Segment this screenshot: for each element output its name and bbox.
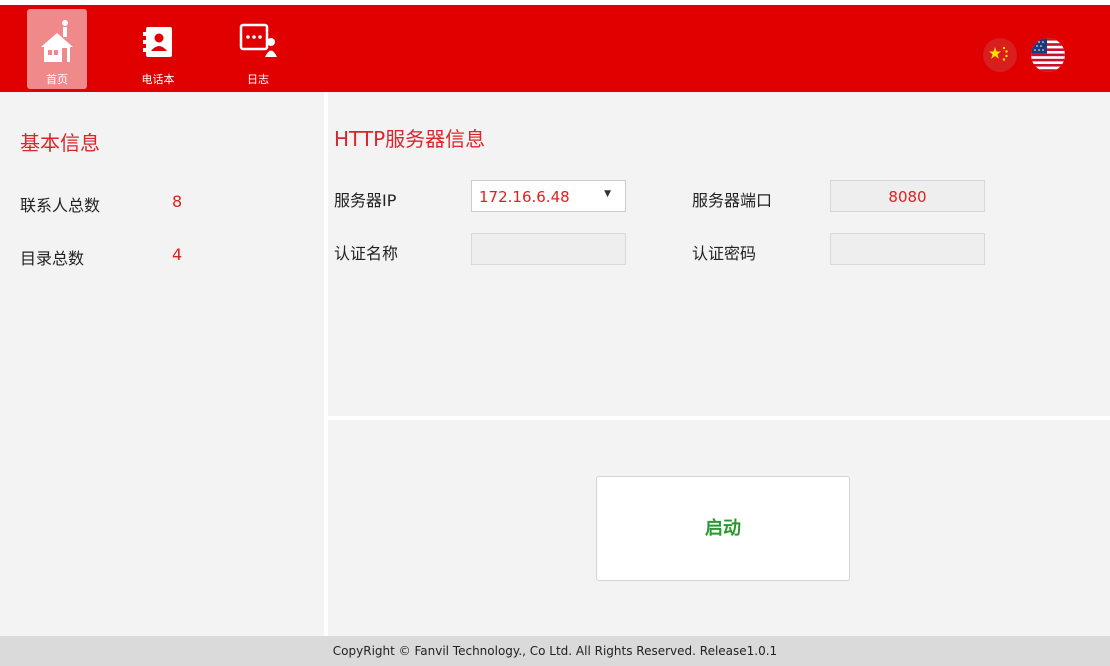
server-port-value: 8080 xyxy=(888,188,927,206)
footer: CopyRight © Fanvil Technology., Co Ltd. … xyxy=(0,636,1110,666)
nav-item-log[interactable]: 日志 xyxy=(228,9,288,89)
auth-password-field[interactable] xyxy=(830,233,985,265)
top-navigation-bar: 首页 电话本 日志 xyxy=(0,5,1110,92)
china-flag-icon xyxy=(983,38,1017,72)
basic-info-panel: 基本信息 联系人总数 8 目录总数 4 xyxy=(0,92,324,636)
copyright-text: CopyRight © Fanvil Technology., Co Ltd. … xyxy=(332,644,778,658)
language-chinese-button[interactable] xyxy=(983,38,1017,72)
http-server-title: HTTP服务器信息 xyxy=(334,127,486,151)
nav-item-phonebook[interactable]: 电话本 xyxy=(128,9,188,89)
server-ip-label: 服务器IP xyxy=(334,191,397,210)
start-button-label: 启动 xyxy=(705,518,741,539)
auth-name-field[interactable] xyxy=(471,233,626,265)
nav-item-label: 首页 xyxy=(46,73,68,86)
server-ip-select[interactable]: 172.16.6.48 ▼ xyxy=(471,180,626,212)
basic-info-title: 基本信息 xyxy=(20,131,100,155)
server-port-label: 服务器端口 xyxy=(692,191,773,210)
log-icon xyxy=(239,23,277,57)
chevron-down-icon: ▼ xyxy=(604,189,611,199)
home-icon xyxy=(41,20,73,62)
us-flag-icon xyxy=(1031,38,1065,72)
directories-total-value: 4 xyxy=(172,245,183,264)
nav-item-label: 日志 xyxy=(247,73,269,86)
language-english-button[interactable] xyxy=(1031,38,1065,72)
contacts-total-value: 8 xyxy=(172,192,183,211)
contacts-total-label: 联系人总数 xyxy=(20,196,101,215)
start-button[interactable]: 启动 xyxy=(596,476,850,581)
server-port-field[interactable]: 8080 xyxy=(830,180,985,212)
phonebook-icon xyxy=(143,27,172,57)
http-server-panel: HTTP服务器信息 服务器IP 172.16.6.48 ▼ 服务器端口 8080… xyxy=(328,92,1110,416)
nav-item-home[interactable]: 首页 xyxy=(27,9,87,89)
auth-name-label: 认证名称 xyxy=(334,244,399,263)
directories-total-label: 目录总数 xyxy=(20,249,85,268)
nav-item-label: 电话本 xyxy=(141,73,175,86)
auth-password-label: 认证密码 xyxy=(692,244,757,263)
server-ip-value: 172.16.6.48 xyxy=(479,188,570,206)
